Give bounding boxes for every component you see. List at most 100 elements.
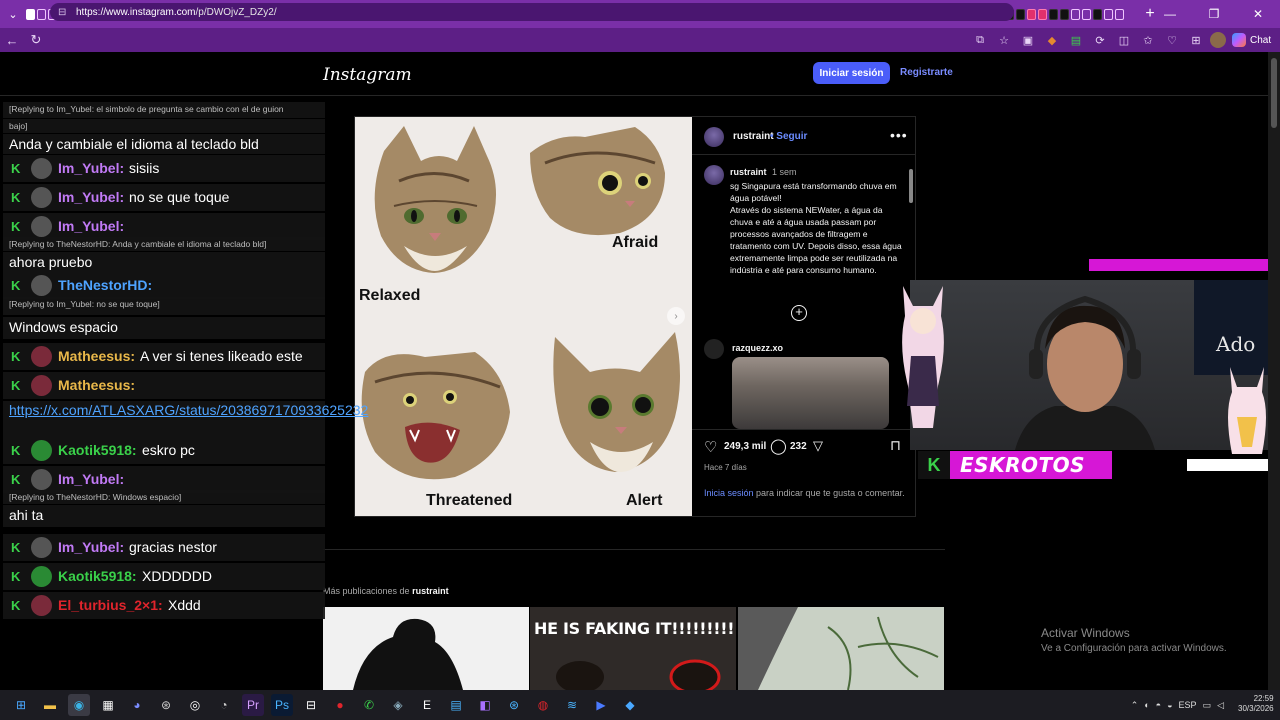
vpn-icon[interactable]: ◈ [387,694,409,716]
split-screen-icon[interactable]: ◫ [1114,30,1134,50]
heart-icon[interactable]: ♡ [704,438,717,456]
kick-badge-icon: K [11,569,21,584]
more-posts-user[interactable]: rustraint [412,586,449,596]
load-more-comments-icon[interactable]: + [791,305,807,321]
close-icon[interactable]: ✕ [1236,0,1280,28]
reply-username[interactable]: razquezz.xo [732,343,783,353]
tray-app-icon[interactable]: ◓ [1156,700,1161,710]
extension-icon[interactable]: ▣ [1018,30,1038,50]
extension-icon[interactable]: ◆ [1042,30,1062,50]
epic-games-icon[interactable]: E [416,694,438,716]
chevron-up-icon[interactable]: ⌃ [1131,700,1139,711]
more-post-thumbnail[interactable]: HE IS FAKING IT!!!!!!!!! [530,607,736,690]
tab-actions-menu-icon[interactable]: ⌄ [0,0,26,28]
more-post-thumbnail[interactable] [738,607,944,690]
chat-username[interactable]: Matheesus: [58,348,135,364]
tray-app-icon[interactable]: ◐ [1144,700,1149,710]
more-options-icon[interactable]: ••• [890,127,908,143]
obs-icon[interactable]: ◎ [184,694,206,716]
browser-tab[interactable] [37,8,46,20]
login-prompt-link[interactable]: Inicia sesión [704,488,754,498]
premiere-icon[interactable]: Pr [242,694,264,716]
address-bar[interactable]: ⊟ https://www.instagram.com/p/DWOjvZ_DZy… [50,3,1014,21]
site-info-icon[interactable]: ⊟ [58,7,70,18]
steam-icon[interactable]: ⊛ [155,694,177,716]
chrome-icon[interactable]: ◍ [532,694,554,716]
edge-icon[interactable]: ◉ [68,694,90,716]
back-icon[interactable]: ← [0,28,24,52]
discord-icon[interactable]: ◕ [126,694,148,716]
chat-username[interactable]: Matheesus: [58,377,135,393]
follow-link[interactable]: • Seguir [770,131,807,142]
minimize-icon[interactable]: — [1148,0,1192,28]
page-scrollbar[interactable] [1268,52,1280,690]
chat-username[interactable]: Im_Yubel: [58,160,124,176]
chat-username[interactable]: TheNestorHD: [58,277,152,293]
browser-tab[interactable] [1104,8,1113,20]
chat-username[interactable]: Im_Yubel: [58,189,124,205]
collections-icon[interactable]: ⊞ [1186,30,1206,50]
network-icon[interactable]: ▭ [1203,700,1212,711]
reply-avatar[interactable] [704,339,724,359]
app-icon[interactable]: ◆ [619,694,641,716]
media-player-icon[interactable]: ▶ [590,694,612,716]
post-image[interactable]: Afraid Relaxed Threatened Alert › [355,117,692,516]
chat-username[interactable]: Im_Yubel: [58,218,124,234]
volume-icon[interactable]: ◁ [1217,700,1224,711]
reader-mode-icon[interactable]: ⧉ [970,30,990,50]
notepad-icon[interactable]: ▤ [445,694,467,716]
profile-avatar[interactable] [1210,32,1226,48]
favorites-icon[interactable]: ✩ [1138,30,1158,50]
chat-link[interactable]: https://x.com/ATLASXARG/status/203869717… [9,401,368,419]
maximize-icon[interactable]: ❐ [1192,0,1236,28]
tray-app-icon[interactable]: ◒ [1167,700,1172,710]
chat-username[interactable]: El_turbius_2×1: [58,597,163,613]
browser-tab[interactable] [1038,8,1047,20]
photoshop-icon[interactable]: Ps [271,694,293,716]
reload-icon[interactable]: ↻ [24,28,48,52]
browser-tab[interactable] [1071,8,1080,20]
browser-tab[interactable] [1027,8,1036,20]
app-icon[interactable]: ◔ [213,694,235,716]
extension-icon[interactable]: ▤ [1066,30,1086,50]
clock[interactable]: 22:59 30/3/2026 [1238,694,1274,714]
twitch-icon[interactable]: ◧ [474,694,496,716]
browser-tab[interactable] [1093,8,1102,20]
steam-icon[interactable]: ⊛ [503,694,525,716]
browser-essentials-icon[interactable]: ♡ [1162,30,1182,50]
browser-tab[interactable] [1049,8,1058,20]
caption-avatar[interactable] [704,165,724,185]
audio-app-icon[interactable]: ≋ [561,694,583,716]
caption-username[interactable]: rustraint [730,167,767,177]
author-avatar[interactable] [704,127,724,147]
browser-tab[interactable] [1016,8,1025,20]
favorite-star-icon[interactable]: ☆ [994,30,1014,50]
chat-username[interactable]: Kaotik5918: [58,568,137,584]
signup-link[interactable]: Registrarte [900,67,953,78]
chat-username[interactable]: Im_Yubel: [58,539,124,555]
reply-media-thumbnail[interactable] [732,357,889,429]
chat-username[interactable]: Im_Yubel: [58,471,124,487]
copilot-chat-button[interactable]: Chat [1232,31,1271,49]
file-explorer-icon[interactable]: ▬ [39,694,61,716]
whatsapp-icon[interactable]: ✆ [358,694,380,716]
more-post-thumbnail[interactable] [323,607,529,690]
language-indicator[interactable]: ESP [1179,700,1197,710]
share-icon[interactable]: ▽ [813,438,823,454]
capcut-icon[interactable]: ⊟ [300,694,322,716]
bookmark-icon[interactable]: ⊓ [890,437,901,454]
login-button[interactable]: Iniciar sesión [813,62,890,84]
carousel-next-icon[interactable]: › [667,307,685,325]
comment-icon[interactable]: ◯ [770,437,787,455]
record-icon[interactable]: ● [329,694,351,716]
author-name[interactable]: rustraint [733,131,774,142]
refresh-extension-icon[interactable]: ⟳ [1090,30,1110,50]
browser-tab[interactable] [26,8,35,20]
store-icon[interactable]: ▦ [97,694,119,716]
instagram-logo[interactable]: Instagram [323,65,412,85]
start-icon[interactable]: ⊞ [10,694,32,716]
browser-tab[interactable] [1082,8,1091,20]
browser-tab[interactable] [1115,8,1124,20]
chat-username[interactable]: Kaotik5918: [58,442,137,458]
browser-tab[interactable] [1060,8,1069,20]
